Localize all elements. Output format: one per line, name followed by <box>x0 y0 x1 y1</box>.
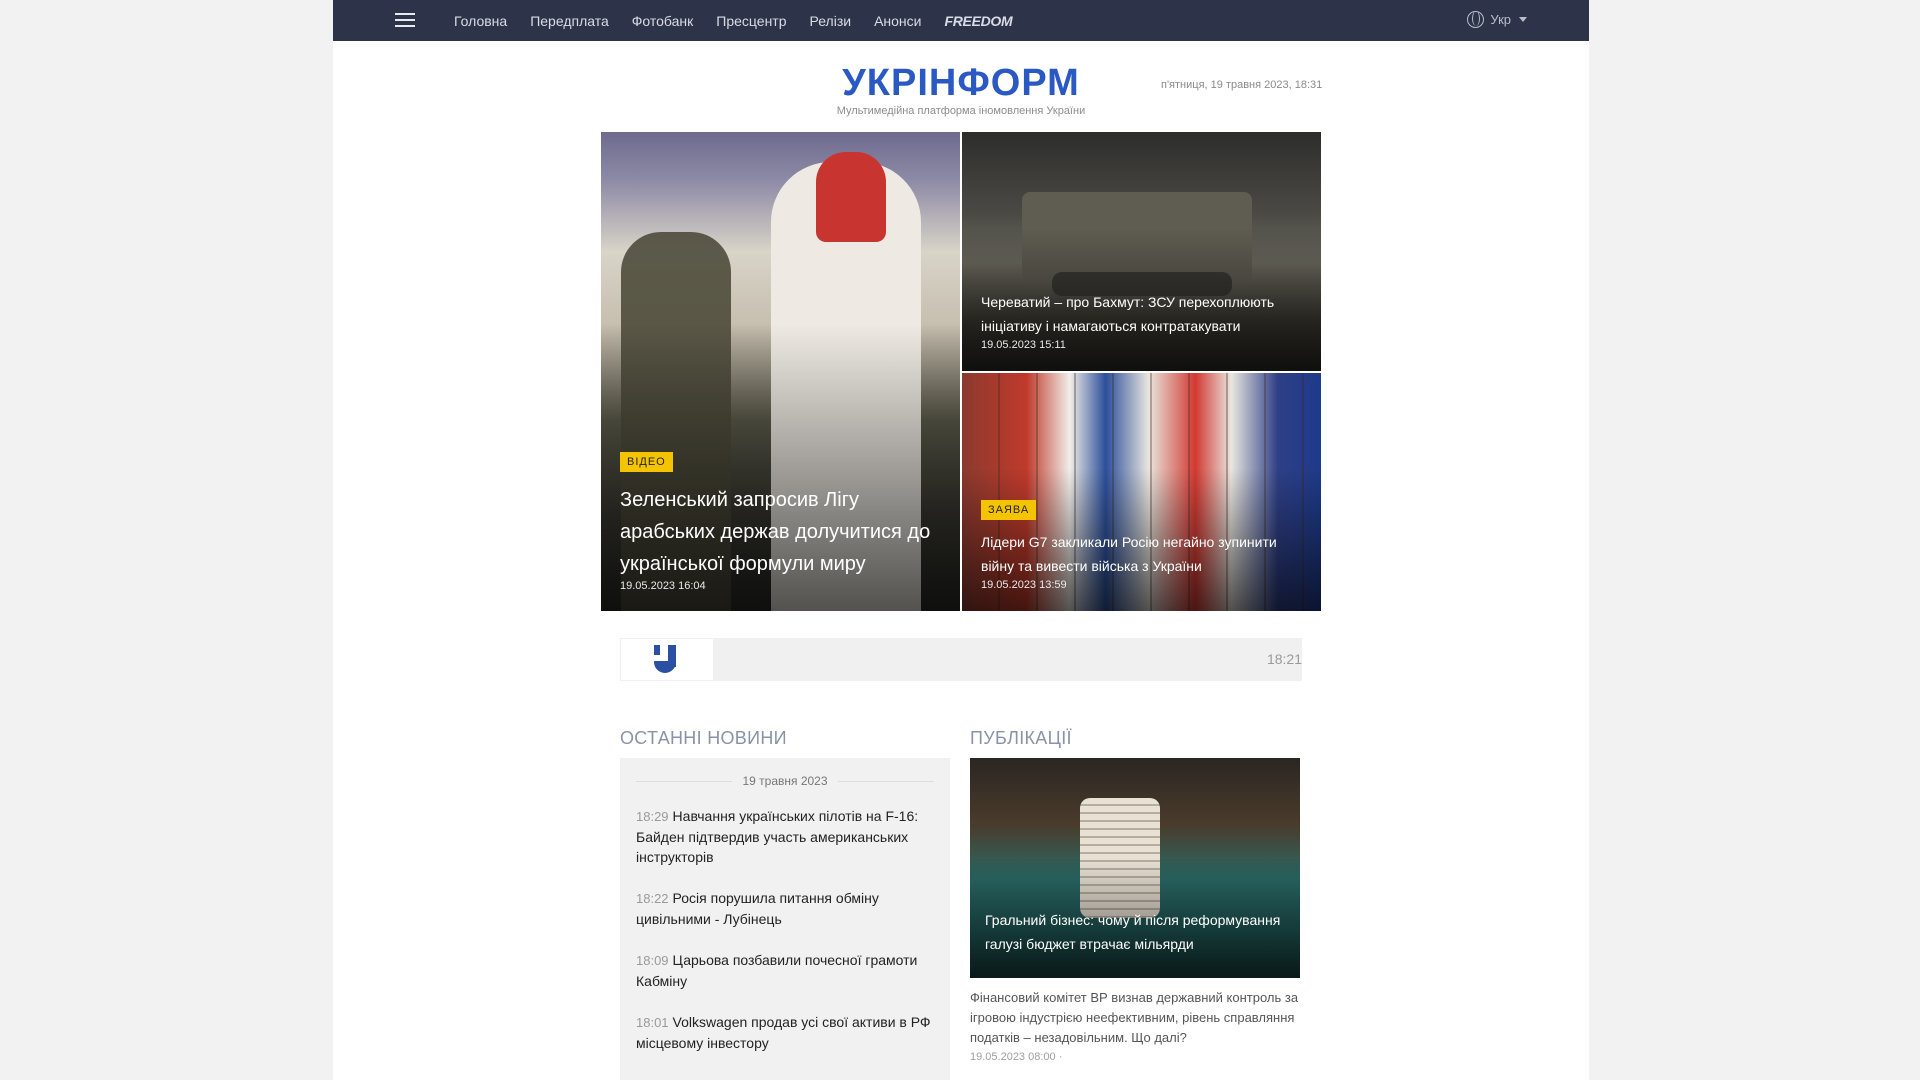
page: Головна Передплата Фотобанк Пресцентр Ре… <box>333 0 1589 1080</box>
hero-news-grid: Відео Зеленський запросив Лігу арабських… <box>601 132 1321 611</box>
hero-main-date: 19.05.2023 16:04 <box>620 580 706 592</box>
latest-news-heading[interactable]: Останні новини <box>620 728 787 749</box>
hero-bottom-date: 19.05.2023 13:59 <box>981 579 1067 591</box>
live-ticker: 18:21 <box>620 638 1302 681</box>
nav-link-releases[interactable]: Релізи <box>810 13 852 29</box>
hero-bottom-title[interactable]: Лідери G7 закликали Росію негайно зупини… <box>981 530 1306 578</box>
ukrinform-u-icon[interactable] <box>621 639 713 680</box>
hero-side-story-top[interactable]: Череватий – про Бахмут: ЗСУ перехоплюють… <box>962 132 1321 371</box>
category-badge[interactable]: Відео <box>620 452 673 472</box>
nav-link-subscription[interactable]: Передплата <box>530 13 609 29</box>
publications-heading[interactable]: Публікації <box>970 728 1072 749</box>
hero-main-title[interactable]: Зеленський запросив Лігу арабських держа… <box>620 484 940 580</box>
hamburger-icon[interactable] <box>395 13 415 27</box>
publication-image[interactable]: Гральний бізнес: чому й після реформуван… <box>970 758 1300 978</box>
list-item[interactable]: 18:09 Царьова позбавили почесної грамоти … <box>636 950 934 991</box>
nav-link-announcements[interactable]: Анонси <box>874 13 921 29</box>
latest-news-list: 19 травня 2023 18:29 Навчання українських… <box>620 758 950 1080</box>
logo-tagline: Мультимедійна платформа іномовлення Укра… <box>836 105 1086 117</box>
nav-links: Головна Передплата Фотобанк Пресцентр Ре… <box>454 0 1035 41</box>
current-date: п'ятниця, 19 травня 2023, 18:31 <box>1161 79 1323 91</box>
nav-link-photobank[interactable]: Фотобанк <box>632 13 694 29</box>
hero-top-date: 19.05.2023 15:11 <box>981 339 1066 351</box>
chevron-down-icon <box>1519 17 1527 22</box>
nav-link-presscenter[interactable]: Пресцентр <box>716 13 786 29</box>
hero-main-story[interactable]: Відео Зеленський запросив Лігу арабських… <box>601 132 960 611</box>
publication-card: Гральний бізнес: чому й після реформуван… <box>970 758 1300 1063</box>
publication-lead: Фінансовий комітет ВР визнав державний к… <box>970 990 1299 1045</box>
logo-wordmark: УКРІНФОРМ <box>842 62 1080 104</box>
list-item[interactable]: 18:29 Навчання українських пілотів на F-1… <box>636 806 934 867</box>
freedom-logo-link[interactable]: FREEDOM <box>944 13 1012 29</box>
globe-icon <box>1467 11 1485 28</box>
publication-date: 19.05.2023 08:00 · <box>970 1051 1063 1063</box>
category-badge[interactable]: Заява <box>981 500 1037 520</box>
hero-side-story-bottom[interactable]: Заява Лідери G7 закликали Росію негайно … <box>962 373 1321 611</box>
nav-link-home[interactable]: Головна <box>454 13 507 29</box>
language-label: Укр <box>1490 12 1511 27</box>
list-item[interactable]: 18:01 Volkswagen продав усі свої активи в… <box>636 1012 934 1053</box>
hero-top-title[interactable]: Череватий – про Бахмут: ЗСУ перехоплюють… <box>981 290 1301 338</box>
site-logo[interactable]: УКРІНФОРМ Мультимедійна платформа іномов… <box>809 62 1113 117</box>
news-day-divider: 19 травня 2023 <box>636 774 934 788</box>
language-switcher[interactable]: Укр <box>1467 11 1527 28</box>
publication-title[interactable]: Гральний бізнес: чому й після реформуван… <box>985 908 1285 956</box>
list-item[interactable]: 18:22 Росія порушила питання обміну цивіл… <box>636 888 934 929</box>
top-navigation: Головна Передплата Фотобанк Пресцентр Ре… <box>333 0 1589 41</box>
ticker-time: 18:21 <box>1266 651 1302 667</box>
